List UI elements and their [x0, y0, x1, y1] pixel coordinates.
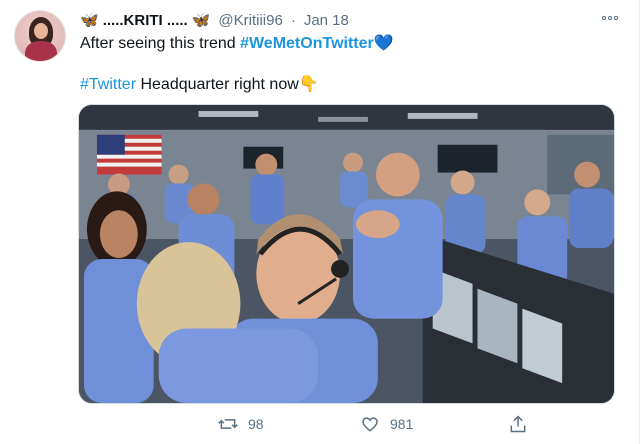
share-icon	[510, 415, 526, 433]
tweet-text: Headquarter right now	[136, 76, 299, 93]
retweet-button[interactable]: 98	[218, 414, 264, 434]
tweet-date[interactable]: Jan 18	[304, 12, 349, 29]
tweet-card[interactable]: 🦋 .....KRITI ..... 🦋 @Kritiii96 · Jan 18…	[0, 0, 640, 444]
heart-icon	[362, 417, 378, 432]
photo-illustration	[79, 105, 614, 403]
hashtag-link[interactable]: #Twitter	[80, 76, 136, 93]
tweet-text-line-2: #Twitter Headquarter right now👇	[80, 74, 319, 94]
blue-heart-icon: 💙	[373, 35, 394, 52]
hashtag-link[interactable]: #WeMetOnTwitter	[240, 35, 374, 52]
retweet-icon	[218, 419, 238, 429]
pointing-down-icon: 👇	[298, 76, 319, 93]
like-count: 981	[390, 416, 414, 432]
more-options-icon[interactable]	[599, 10, 621, 26]
separator-dot: ·	[290, 11, 296, 29]
display-name[interactable]: .....KRITI .....	[103, 12, 188, 29]
tweet-text: After seeing this trend	[80, 35, 241, 52]
share-button[interactable]	[508, 414, 528, 434]
like-button[interactable]: 981	[360, 414, 413, 434]
avatar[interactable]	[14, 10, 66, 62]
retweet-count: 98	[248, 416, 264, 432]
tweet-header: 🦋 .....KRITI ..... 🦋 @Kritiii96 · Jan 18	[80, 10, 349, 30]
tweet-media-photo[interactable]	[78, 104, 615, 404]
tweet-actions: 98 981	[80, 414, 550, 438]
butterfly-icon: 🦋	[191, 12, 211, 29]
tweet-text-line-1: After seeing this trend #WeMetOnTwitter💙	[80, 33, 394, 53]
butterfly-icon: 🦋	[80, 12, 99, 29]
user-handle[interactable]: @Kritiii96	[218, 12, 282, 29]
